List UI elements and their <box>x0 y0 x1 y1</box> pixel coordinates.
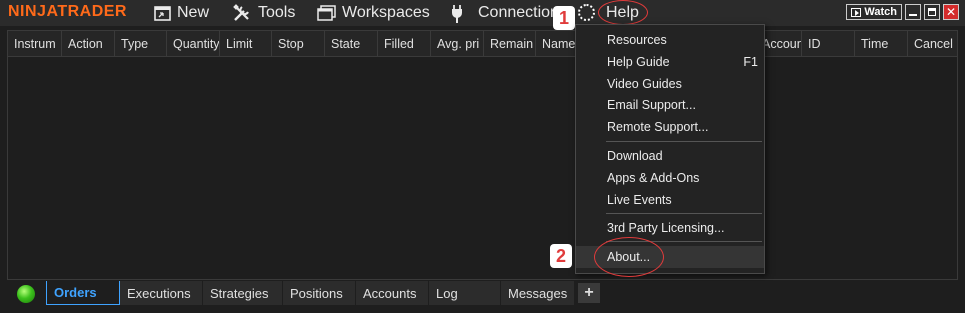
add-tab-button[interactable]: + <box>578 283 600 303</box>
menu-item-label: Download <box>607 149 663 163</box>
menu-connections[interactable]: Connections <box>450 2 567 24</box>
menu-item-video-guides[interactable]: Video Guides <box>576 73 764 95</box>
grid-header: Instrum Action Type Quantity Limit Stop … <box>8 31 957 57</box>
menu-separator <box>606 141 762 142</box>
menu-item-email-support[interactable]: Email Support... <box>576 94 764 116</box>
col-id[interactable]: ID <box>802 31 855 57</box>
menu-item-label: Video Guides <box>607 77 682 91</box>
col-instrument[interactable]: Instrum <box>8 31 62 57</box>
help-dropdown-menu: Resources Help Guide F1 Video Guides Emai… <box>575 24 765 274</box>
col-cancel[interactable]: Cancel <box>908 31 957 57</box>
menu-tools[interactable]: Tools <box>232 2 295 24</box>
menu-item-label: Email Support... <box>607 98 696 112</box>
watch-button[interactable]: Watch <box>846 4 902 20</box>
col-type[interactable]: Type <box>115 31 167 57</box>
menu-item-label: 3rd Party Licensing... <box>607 221 725 235</box>
menu-item-apps-addons[interactable]: Apps & Add-Ons <box>576 167 764 189</box>
tab-orders[interactable]: Orders <box>46 281 120 305</box>
menu-item-remote-support[interactable]: Remote Support... <box>576 116 764 138</box>
col-quantity[interactable]: Quantity <box>167 31 220 57</box>
connection-status-icon <box>17 285 35 303</box>
about-highlight-circle <box>594 237 664 277</box>
menu-item-label: Live Events <box>607 193 672 207</box>
tab-messages[interactable]: Messages <box>501 281 575 305</box>
app-logo: NINJATRADER <box>8 3 127 20</box>
maximize-button[interactable] <box>924 4 940 20</box>
menu-tools-label: Tools <box>258 4 296 21</box>
shortcut-label: F1 <box>743 55 758 69</box>
menu-new-label: New <box>177 4 210 21</box>
col-time[interactable]: Time <box>855 31 908 57</box>
minimize-button[interactable] <box>905 4 921 20</box>
col-avg-price[interactable]: Avg. pri <box>431 31 484 57</box>
step-2-badge: 2 <box>550 244 572 268</box>
play-video-icon <box>851 7 862 17</box>
menu-item-live-events[interactable]: Live Events <box>576 189 764 211</box>
tools-icon <box>233 4 249 21</box>
menu-item-label: Remote Support... <box>607 120 709 134</box>
col-remaining[interactable]: Remain <box>484 31 536 57</box>
new-window-icon <box>154 5 171 21</box>
menu-new[interactable]: New <box>154 2 209 24</box>
menu-item-download[interactable]: Download <box>576 145 764 167</box>
col-stop[interactable]: Stop <box>272 31 325 57</box>
watch-label: Watch <box>864 6 897 18</box>
tab-strategies[interactable]: Strategies <box>203 281 283 305</box>
menu-item-label: Apps & Add-Ons <box>607 171 700 185</box>
col-action[interactable]: Action <box>62 31 115 57</box>
col-state[interactable]: State <box>325 31 378 57</box>
help-highlight-circle <box>598 0 648 25</box>
col-limit[interactable]: Limit <box>220 31 272 57</box>
loading-spinner-icon <box>578 4 595 21</box>
menu-workspaces-label: Workspaces <box>342 4 430 21</box>
plug-icon <box>452 4 462 23</box>
menu-workspaces[interactable]: Workspaces <box>317 2 430 24</box>
menu-item-help-guide[interactable]: Help Guide F1 <box>576 51 764 73</box>
close-button[interactable]: ✕ <box>943 4 959 20</box>
window-controls: Watch ✕ <box>846 4 959 20</box>
workspaces-icon <box>317 5 336 21</box>
menu-item-label: Resources <box>607 33 667 47</box>
col-filled[interactable]: Filled <box>378 31 431 57</box>
tab-positions[interactable]: Positions <box>283 281 356 305</box>
menu-item-third-party-licensing[interactable]: 3rd Party Licensing... <box>576 217 764 239</box>
orders-grid: Instrum Action Type Quantity Limit Stop … <box>7 30 958 280</box>
tab-log[interactable]: Log <box>429 281 501 305</box>
step-1-badge: 1 <box>553 6 575 30</box>
tab-accounts[interactable]: Accounts <box>356 281 429 305</box>
tab-executions[interactable]: Executions <box>120 281 203 305</box>
menu-item-resources[interactable]: Resources <box>576 29 764 51</box>
menu-separator <box>606 213 762 214</box>
menu-item-label: Help Guide <box>607 55 670 69</box>
